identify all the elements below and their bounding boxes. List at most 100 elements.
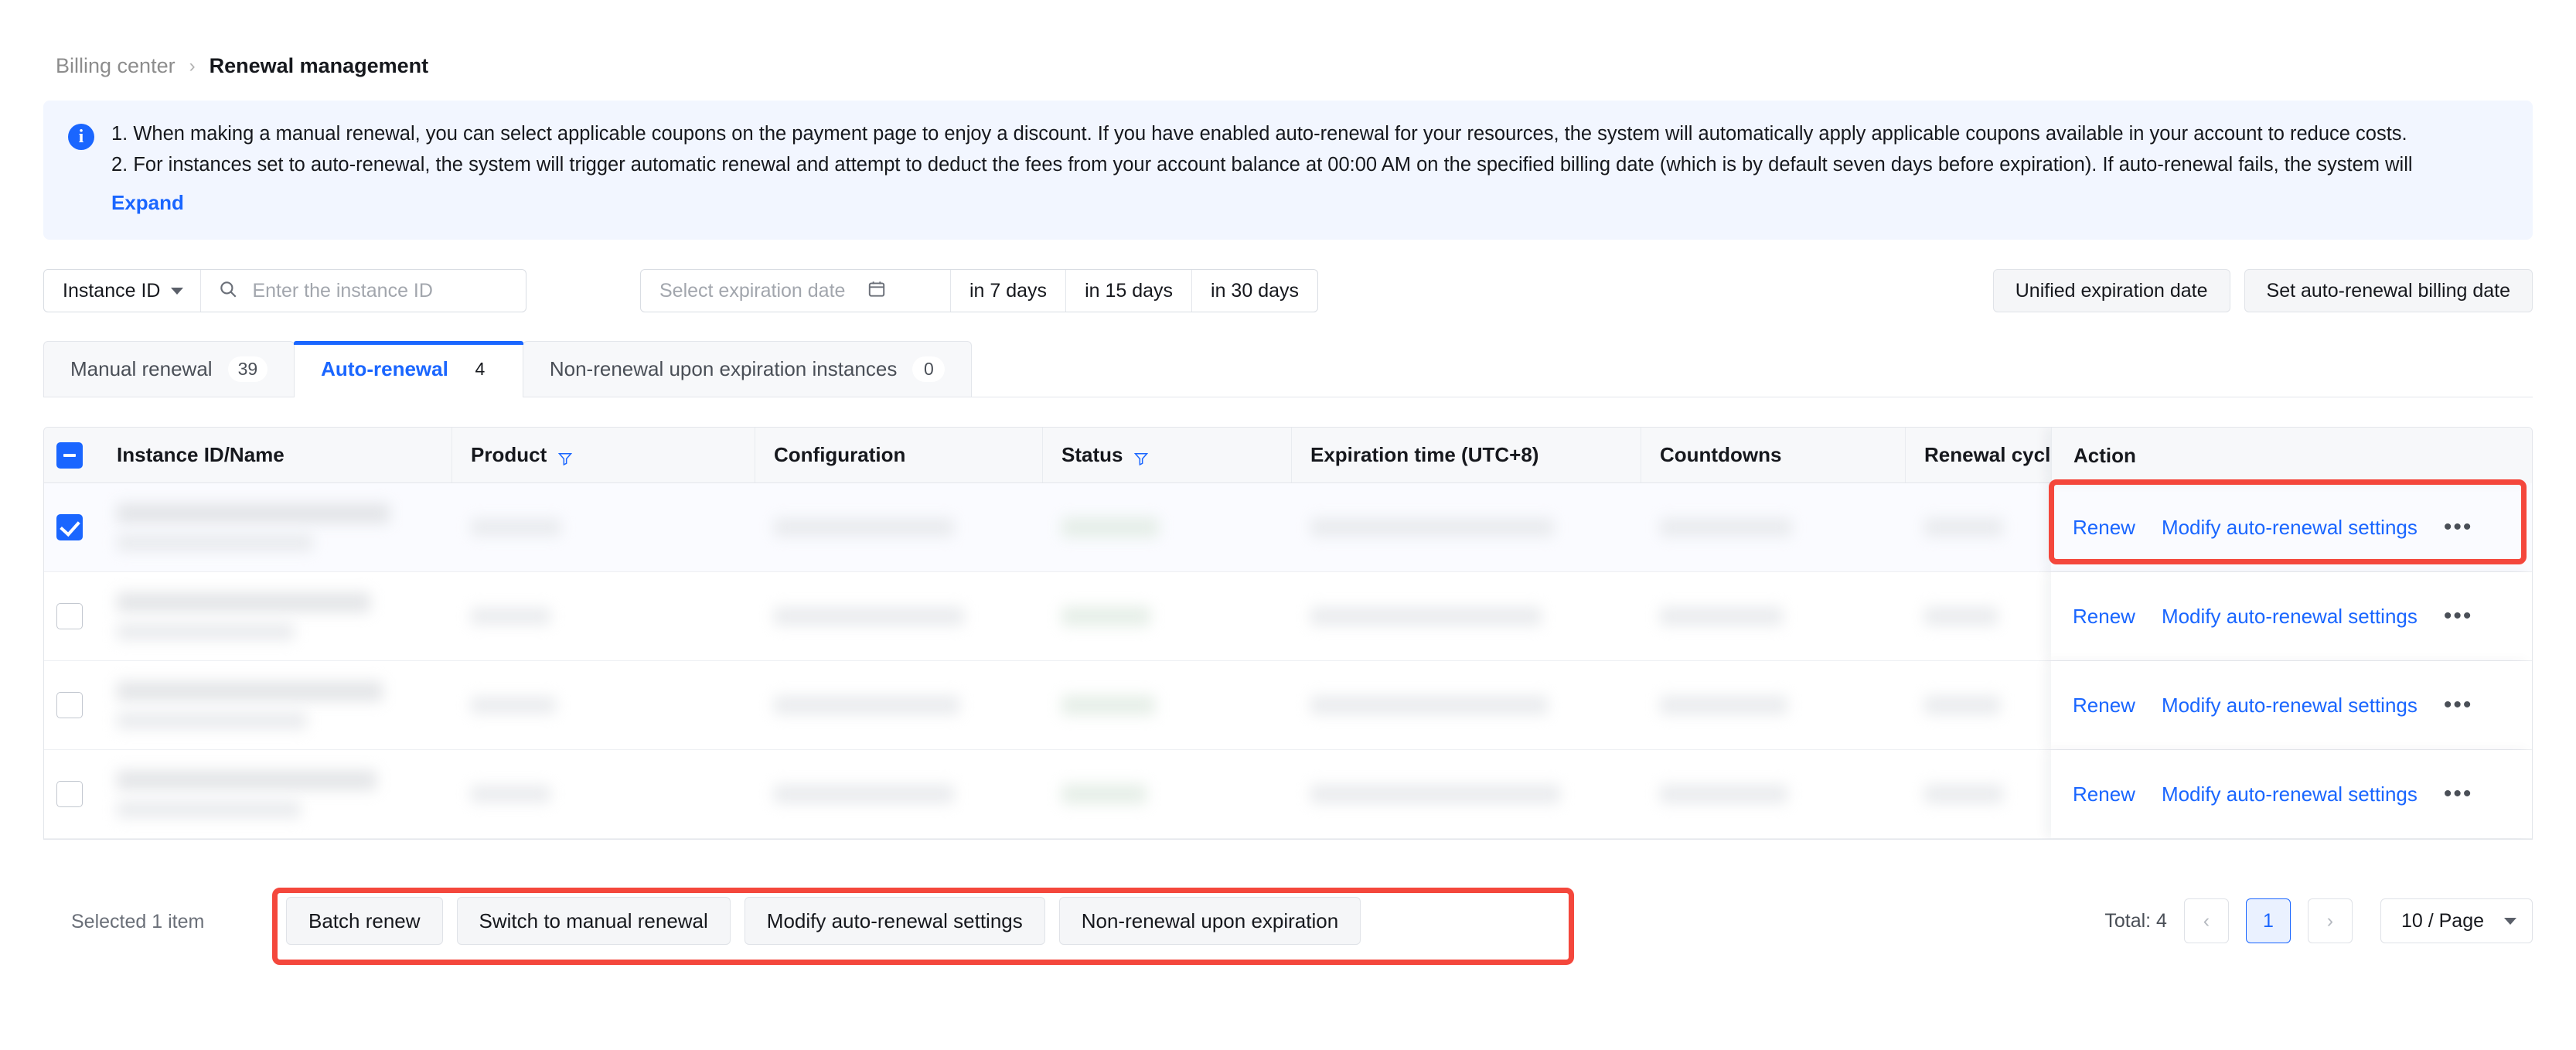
banner-line-2: 2. For instances set to auto-renewal, th… xyxy=(111,153,2413,176)
ellipsis-icon[interactable]: ••• xyxy=(2444,605,2473,628)
column-header-configuration: Configuration xyxy=(755,428,1043,482)
cell-status xyxy=(1043,750,1292,838)
modify-auto-renewal-settings-link[interactable]: Modify auto-renewal settings xyxy=(2162,516,2418,540)
row-checkbox-cell xyxy=(44,661,95,749)
cell-product xyxy=(452,483,755,571)
batch-renew-button[interactable]: Batch renew xyxy=(286,897,443,945)
total-count-label: Total: 4 xyxy=(2104,909,2167,932)
ellipsis-icon[interactable]: ••• xyxy=(2444,516,2473,539)
row-checkbox[interactable] xyxy=(56,692,83,718)
renewal-management-page: Billing center › Renewal management i 1.… xyxy=(0,0,2576,1050)
tab-manual-renewal-count: 39 xyxy=(227,356,268,382)
cell-product xyxy=(452,750,755,838)
row-checkbox-cell xyxy=(44,572,95,660)
cell-countdowns xyxy=(1641,483,1906,571)
tab-auto-renewal-label: Auto-renewal xyxy=(321,357,448,380)
filter-icon[interactable] xyxy=(1133,448,1149,465)
set-auto-renewal-billing-date-button[interactable]: Set auto-renewal billing date xyxy=(2244,269,2533,312)
expiration-date-group: Select expiration date in 7 days in 15 d… xyxy=(640,269,1318,312)
filter-toolbar: Instance ID Select expiration date xyxy=(43,269,2533,312)
column-header-product: Product xyxy=(452,428,755,482)
unified-expiration-date-button[interactable]: Unified expiration date xyxy=(1992,269,2230,312)
table-header-row: Instance ID/Name Product Configuration S… xyxy=(44,428,2532,483)
cell-instance-id-name xyxy=(95,483,452,571)
chevron-right-icon: › xyxy=(2326,909,2334,932)
expiration-date-picker[interactable]: Select expiration date xyxy=(641,270,950,312)
expiration-date-placeholder: Select expiration date xyxy=(659,279,846,302)
search-input[interactable] xyxy=(250,278,511,303)
next-page-button[interactable]: › xyxy=(2307,898,2353,943)
cell-expiration-time xyxy=(1292,661,1641,749)
tab-non-renewal-count: 0 xyxy=(912,356,946,382)
batch-actions-bar: Batch renew Switch to manual renewal Mod… xyxy=(286,897,1361,945)
row-checkbox-cell xyxy=(44,483,95,571)
breadcrumb-separator-icon: › xyxy=(189,55,196,77)
breadcrumb: Billing center › Renewal management xyxy=(56,56,428,77)
renew-link[interactable]: Renew xyxy=(2073,694,2135,718)
tab-non-renewal-label: Non-renewal upon expiration instances xyxy=(549,357,898,380)
search-field-wrap xyxy=(201,270,526,312)
chevron-left-icon: ‹ xyxy=(2203,909,2210,932)
modify-auto-renewal-settings-link[interactable]: Modify auto-renewal settings xyxy=(2162,694,2418,718)
renew-link[interactable]: Renew xyxy=(2073,516,2135,540)
filter-field-select-label: Instance ID xyxy=(63,279,161,302)
breadcrumb-billing-center[interactable]: Billing center xyxy=(56,56,175,77)
cell-countdowns xyxy=(1641,572,1906,660)
tab-auto-renewal-count: 4 xyxy=(475,359,486,379)
toolbar-right-actions: Unified expiration date Set auto-renewal… xyxy=(1992,269,2533,312)
ellipsis-icon[interactable]: ••• xyxy=(2444,694,2473,717)
tab-auto-renewal[interactable]: Auto-renewal 4 xyxy=(294,341,523,397)
cell-action: Renew Modify auto-renewal settings ••• xyxy=(2051,661,2532,749)
table-row[interactable]: Renew Modify auto-renewal settings ••• xyxy=(44,572,2532,661)
cell-status xyxy=(1043,483,1292,571)
cell-instance-id-name xyxy=(95,661,452,749)
select-all-checkbox[interactable] xyxy=(56,441,83,469)
ellipsis-icon[interactable]: ••• xyxy=(2444,782,2473,806)
info-icon: i xyxy=(68,124,94,150)
tab-manual-renewal[interactable]: Manual renewal 39 xyxy=(43,341,295,397)
chip-in-7-days[interactable]: in 7 days xyxy=(950,270,1065,312)
select-all-cell xyxy=(44,428,95,482)
cell-renewal-cycle xyxy=(1906,750,2070,838)
row-checkbox[interactable] xyxy=(56,781,83,807)
renew-link[interactable]: Renew xyxy=(2073,605,2135,629)
instance-search-group: Instance ID xyxy=(43,269,527,312)
modify-auto-renewal-settings-link[interactable]: Modify auto-renewal settings xyxy=(2162,605,2418,629)
switch-to-manual-renewal-button[interactable]: Switch to manual renewal xyxy=(456,897,731,945)
table-row[interactable]: Renew Modify auto-renewal settings ••• xyxy=(44,483,2532,572)
renew-link[interactable]: Renew xyxy=(2073,782,2135,806)
chevron-down-icon xyxy=(171,287,184,295)
column-header-instance-id-name: Instance ID/Name xyxy=(95,428,452,482)
chip-in-15-days[interactable]: in 15 days xyxy=(1065,270,1191,312)
page-size-select[interactable]: 10 / Page xyxy=(2380,898,2533,943)
modify-auto-renewal-settings-link[interactable]: Modify auto-renewal settings xyxy=(2162,782,2418,806)
banner-expand-link[interactable]: Expand xyxy=(111,191,184,215)
chip-in-30-days[interactable]: in 30 days xyxy=(1191,270,1317,312)
pagination: Total: 4 ‹ 1 › 10 / Page xyxy=(2104,898,2533,943)
page-size-label: 10 / Page xyxy=(2401,909,2484,932)
column-header-action: Action xyxy=(2051,428,2532,483)
calendar-icon xyxy=(867,279,887,303)
row-checkbox[interactable] xyxy=(56,514,83,540)
cell-renewal-cycle xyxy=(1906,483,2070,571)
modify-auto-renewal-settings-button[interactable]: Modify auto-renewal settings xyxy=(744,897,1045,945)
table-row[interactable]: Renew Modify auto-renewal settings ••• xyxy=(44,750,2532,839)
table-footer: Selected 1 item Batch renew Switch to ma… xyxy=(43,881,2533,966)
prev-page-button[interactable]: ‹ xyxy=(2183,898,2229,943)
page-1-button[interactable]: 1 xyxy=(2245,898,2291,943)
filter-icon[interactable] xyxy=(557,448,573,465)
page-title: Renewal management xyxy=(209,54,429,77)
renewal-tabs: Manual renewal 39 Auto-renewal 4 Non-ren… xyxy=(43,341,2533,397)
cell-action: Renew Modify auto-renewal settings ••• xyxy=(2051,572,2532,660)
cell-instance-id-name xyxy=(95,572,452,660)
cell-product xyxy=(452,572,755,660)
column-header-product-label: Product xyxy=(471,443,547,466)
tab-manual-renewal-label: Manual renewal xyxy=(70,357,213,380)
cell-action: Renew Modify auto-renewal settings ••• xyxy=(2051,483,2532,571)
tab-non-renewal-upon-expiration[interactable]: Non-renewal upon expiration instances 0 xyxy=(522,341,973,397)
cell-countdowns xyxy=(1641,661,1906,749)
row-checkbox[interactable] xyxy=(56,603,83,629)
filter-field-select[interactable]: Instance ID xyxy=(44,270,202,312)
non-renewal-upon-expiration-button[interactable]: Non-renewal upon expiration xyxy=(1058,897,1361,945)
table-row[interactable]: Renew Modify auto-renewal settings ••• xyxy=(44,661,2532,750)
